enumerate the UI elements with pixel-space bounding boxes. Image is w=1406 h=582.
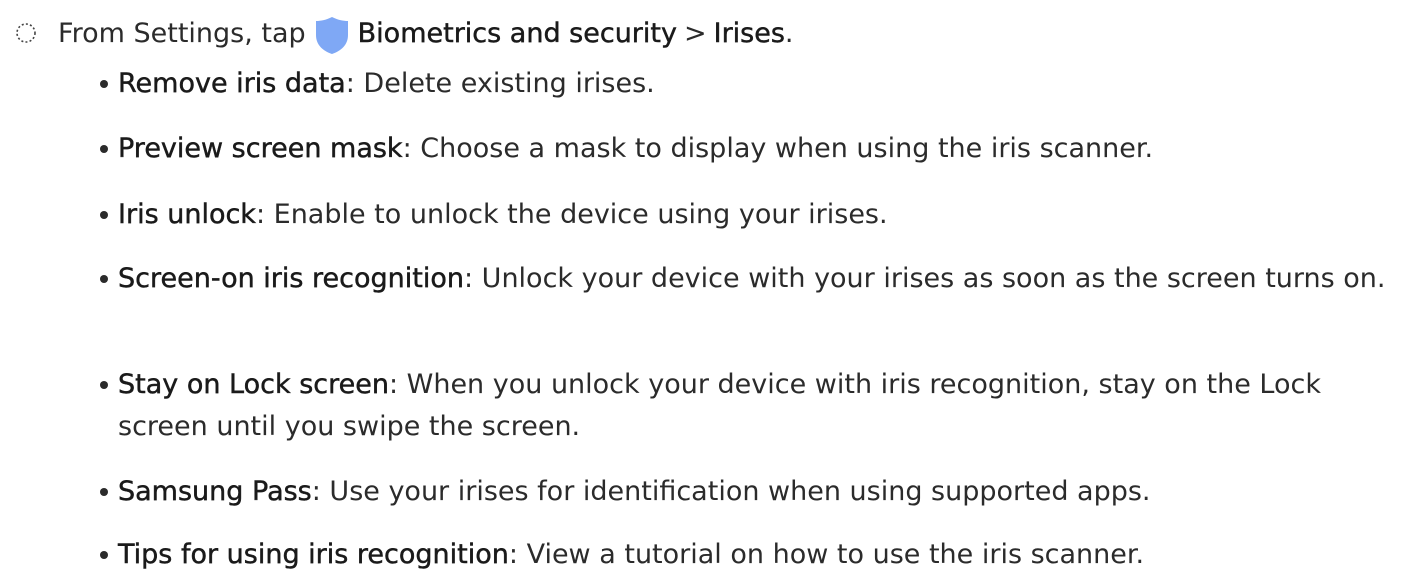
bullet-icon bbox=[100, 551, 108, 559]
list-item-preview-screen-mask: Preview screen mask: Choose a mask to di… bbox=[100, 128, 1396, 170]
item-term: Tips for using iris recognition bbox=[118, 539, 509, 570]
item-term: Remove iris data bbox=[118, 68, 346, 99]
instruction-step: From Settings, tap Biometrics and securi… bbox=[14, 9, 794, 57]
list-item-text: Samsung Pass: Use your irises for identi… bbox=[118, 471, 1396, 513]
shield-icon bbox=[315, 17, 348, 54]
item-description: : Enable to unlock the device using your… bbox=[255, 199, 888, 230]
item-description: : Delete existing irises. bbox=[345, 68, 655, 99]
list-item-text: Remove iris data: Delete existing irises… bbox=[118, 63, 1396, 105]
item-term: Iris unlock bbox=[118, 199, 256, 230]
item-description: : View a tutorial on how to use the iris… bbox=[508, 539, 1145, 570]
list-item-stay-on-lock-screen: Stay on Lock screen: When you unlock you… bbox=[100, 364, 1396, 448]
list-item-iris-unlock: Iris unlock: Enable to unlock the device… bbox=[100, 194, 1396, 236]
item-term: Screen-on iris recognition bbox=[118, 263, 464, 294]
bullet-icon bbox=[100, 145, 108, 153]
bullet-icon bbox=[100, 488, 108, 496]
list-item-text: Stay on Lock screen: When you unlock you… bbox=[118, 364, 1396, 448]
item-term: Samsung Pass bbox=[118, 476, 312, 507]
list-item-text: Iris unlock: Enable to unlock the device… bbox=[118, 194, 1396, 236]
list-item-tips-iris-recognition: Tips for using iris recognition: View a … bbox=[100, 534, 1396, 576]
list-item-samsung-pass: Samsung Pass: Use your irises for identi… bbox=[100, 471, 1396, 513]
item-term: Preview screen mask bbox=[118, 133, 403, 164]
bullet-icon bbox=[100, 275, 108, 283]
step-prefix: From Settings, tap bbox=[58, 17, 306, 49]
item-term: Stay on Lock screen bbox=[118, 369, 389, 400]
list-item-text: Preview screen mask: Choose a mask to di… bbox=[118, 128, 1396, 170]
bullet-icon bbox=[100, 381, 108, 389]
bullet-icon bbox=[100, 80, 108, 88]
list-item-text: Tips for using iris recognition: View a … bbox=[118, 534, 1396, 576]
path-separator: > bbox=[683, 17, 707, 49]
irises-link[interactable]: Irises bbox=[713, 17, 785, 48]
bullet-icon bbox=[100, 211, 108, 219]
list-item-text: Screen-on iris recognition: Unlock your … bbox=[118, 258, 1396, 300]
item-description: : Choose a mask to display when using th… bbox=[402, 133, 1154, 164]
step-marker-icon bbox=[16, 23, 36, 43]
biometrics-security-link[interactable]: Biometrics and security bbox=[357, 17, 677, 48]
item-description: : Unlock your device with your irises as… bbox=[464, 263, 1386, 294]
item-description: : Use your irises for identification whe… bbox=[311, 476, 1151, 507]
list-item-remove-iris-data: Remove iris data: Delete existing irises… bbox=[100, 63, 1396, 105]
document-page: From Settings, tap Biometrics and securi… bbox=[0, 0, 1406, 582]
list-item-screen-on-iris-recognition: Screen-on iris recognition: Unlock your … bbox=[100, 258, 1396, 300]
step-suffix: . bbox=[784, 17, 794, 49]
